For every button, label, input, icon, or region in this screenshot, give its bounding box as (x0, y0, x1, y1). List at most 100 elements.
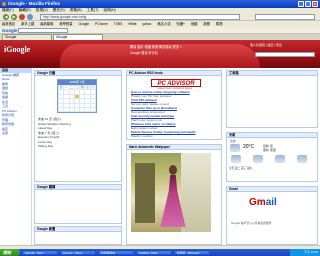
calendar-event[interactable]: Sliding Day (38, 144, 71, 149)
day-cell[interactable] (85, 94, 90, 99)
bookmark-item[interactable]: yahoo (142, 22, 151, 26)
day-cell[interactable] (80, 107, 85, 112)
maximize-button[interactable]: □ (305, 1, 311, 7)
day-header: 二 (69, 86, 74, 90)
taskbar-item[interactable]: 新增資料夾 (98, 250, 134, 255)
menu-bookmarks[interactable]: 書籤(B) (70, 8, 82, 12)
weather-city[interactable]: 台北 (230, 139, 236, 143)
day-cell[interactable] (85, 103, 90, 107)
bookmark-item[interactable]: 知識+ (176, 22, 185, 26)
menu-edit[interactable]: 編輯(E) (19, 8, 31, 12)
account-links[interactable]: 個人化首頁 | 設定 | 登出 (250, 43, 282, 47)
close-button[interactable]: x (312, 1, 318, 7)
reload-icon[interactable] (19, 14, 25, 20)
igoogle-header-banner: iGoogle 網頁 圖片 地圖 新聞 網誌搜尋 更多 » Google 搜尋 … (0, 40, 320, 68)
calendar-grid[interactable]: 日 一 二 三 四 五 六 (58, 85, 96, 112)
day-cell[interactable] (69, 107, 74, 112)
day-cell[interactable] (90, 103, 95, 107)
day-cell[interactable] (69, 94, 74, 99)
menu-tools[interactable]: 工具(T) (87, 8, 99, 12)
day-cell[interactable] (59, 94, 64, 99)
google-toolbar-search[interactable] (18, 28, 68, 33)
day-cell[interactable] (64, 90, 69, 94)
bookmark-item[interactable]: 新聞 (203, 22, 210, 26)
day-cell[interactable] (64, 99, 69, 103)
day-cell[interactable] (85, 99, 90, 103)
start-button[interactable]: 開始 (0, 249, 20, 256)
calendar-title: Google 日曆 (35, 71, 121, 76)
day-cell[interactable] (80, 99, 85, 103)
day-cell[interactable] (74, 99, 80, 103)
day-cell[interactable] (90, 94, 95, 99)
day-cell[interactable] (90, 99, 95, 103)
day-cell[interactable] (69, 103, 74, 107)
day-cell[interactable] (80, 94, 85, 99)
gmail-logo[interactable]: Gmail (249, 197, 277, 208)
bookmark-item[interactable]: PChome (95, 22, 108, 26)
day-cell[interactable] (64, 103, 69, 107)
day-cell[interactable] (64, 94, 69, 99)
day-cell[interactable] (59, 103, 64, 107)
forward-button[interactable]: ▶ (11, 14, 17, 20)
wallpaper-image[interactable] (131, 153, 211, 232)
taskbar-item[interactable]: 使用者 - Microsoft (174, 250, 210, 255)
day-cell[interactable] (85, 90, 90, 94)
igoogle-logo[interactable]: iGoogle (4, 45, 30, 54)
day-cell[interactable] (74, 90, 80, 94)
day-cell[interactable] (80, 90, 85, 94)
menu-history[interactable]: 歷史(S) (53, 8, 65, 12)
search-nav-links[interactable]: 網頁 圖片 地圖 新聞 網誌搜尋 更多 » (130, 44, 182, 49)
gmail-gadget-title: Gmail (227, 187, 317, 192)
bookmark-item[interactable]: HiNet (128, 22, 136, 26)
article-item[interactable]: Mobile Sunrise Friday, Computing and Hea… (131, 130, 196, 138)
day-header: 四 (80, 86, 85, 90)
tools-gadget: 工具箱 (226, 70, 318, 128)
weather-title: 天氣 (227, 133, 317, 138)
home-icon[interactable] (27, 14, 33, 20)
url-bar[interactable]: http://www.google.com.tw/ig (40, 14, 240, 20)
menu-view[interactable]: 檢視(V) (36, 8, 48, 12)
day-cell[interactable] (74, 103, 80, 107)
navigation-toolbar: ◀ ▶ http://www.google.com.tw/ig (0, 13, 320, 21)
pcadvisor-logo[interactable]: PC ADVISOR (151, 79, 201, 87)
taskbar-item[interactable]: iGoogle - Wind... (60, 250, 96, 255)
day-cell[interactable] (59, 107, 64, 112)
google-toolbar-logo[interactable]: Google (2, 28, 18, 33)
day-cell[interactable] (85, 107, 90, 112)
news-title: Google 新聞 (35, 227, 121, 232)
day-cell[interactable] (59, 90, 64, 94)
back-button[interactable]: ◀ (3, 14, 9, 20)
day-cell[interactable] (74, 107, 80, 112)
bookmark-item[interactable]: 最常造訪 (2, 22, 15, 26)
menu-file[interactable]: 檔案(F) (2, 8, 14, 12)
bookmark-item[interactable]: 無名小站 (157, 22, 170, 26)
sidebar-item[interactable]: 主題 (0, 131, 31, 136)
cloud-icon (275, 155, 285, 163)
day-cell[interactable] (90, 107, 95, 112)
main-search-input[interactable] (255, 52, 315, 57)
calendar-widget[interactable]: 2008年 1月 日 一 二 三 四 五 六 (57, 79, 97, 113)
bookmark-item[interactable]: Google (78, 22, 89, 26)
minimize-button[interactable]: _ (298, 1, 304, 7)
day-cell[interactable] (64, 107, 69, 112)
taskbar-item[interactable]: iGoogle - Mozi... (22, 250, 58, 255)
day-cell-today[interactable] (74, 94, 80, 99)
search-box[interactable] (255, 14, 315, 20)
bookmark-item[interactable]: 最新頭條 (40, 22, 53, 26)
day-cell[interactable] (90, 90, 95, 94)
bookmark-item[interactable]: 新手上路 (21, 22, 34, 26)
day-cell[interactable] (69, 90, 74, 94)
bookmark-item[interactable]: 地圖 (191, 22, 198, 26)
day-cell[interactable] (59, 99, 64, 103)
taskbar-item[interactable]: Untitled - Paint (136, 250, 172, 255)
calendar-event-list: 未來 10 天 (週六) Global Weather Defining Lat… (38, 117, 71, 149)
bookmark-item[interactable]: 奇摩首頁 (59, 22, 72, 26)
menu-help[interactable]: 說明(H) (104, 8, 116, 12)
search-buttons[interactable]: Google 搜尋 好手氣 (130, 50, 158, 55)
bookmark-item[interactable]: 購物 (216, 22, 223, 26)
weather-gadget: 天氣 台北 20°C 目前: 陰 風向: 東風 今天 週二 週三 週四 (226, 132, 318, 182)
day-cell[interactable] (69, 99, 74, 103)
bookmark-item[interactable]: TVBS (114, 22, 123, 26)
day-cell[interactable] (80, 103, 85, 107)
system-tray-clock[interactable]: 下午 12:00 (290, 249, 320, 256)
